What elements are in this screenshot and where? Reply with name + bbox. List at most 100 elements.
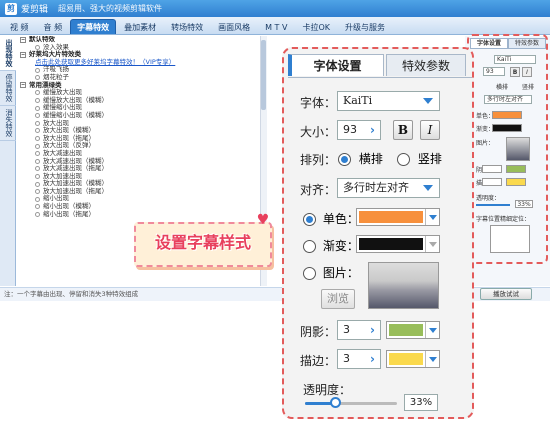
vertical-tab-0[interactable]: 出现特效 bbox=[0, 36, 16, 71]
size-stepper[interactable]: 93 › bbox=[337, 120, 381, 140]
radio-icon bbox=[35, 75, 40, 81]
browse-button[interactable]: 浏览 bbox=[321, 289, 355, 309]
chevron-down-icon bbox=[425, 236, 439, 252]
gradient-color-swatch bbox=[359, 238, 423, 250]
chevron-right-icon: › bbox=[370, 123, 375, 137]
radio-icon bbox=[35, 166, 40, 172]
solid-label: 单色： bbox=[322, 212, 359, 226]
radio-off-icon bbox=[397, 153, 410, 166]
chevron-right-icon: › bbox=[370, 352, 375, 366]
radio-icon bbox=[35, 143, 40, 149]
tree-scroll-thumb[interactable] bbox=[261, 40, 266, 110]
solid-color-picker[interactable] bbox=[356, 208, 440, 226]
shadow-color-picker[interactable] bbox=[386, 321, 440, 339]
radio-icon bbox=[35, 113, 40, 119]
effect-type-tabs: 出现特效 停留特效 消失特效 bbox=[0, 36, 16, 286]
radio-icon bbox=[35, 158, 40, 164]
stroke-stepper[interactable]: 3 › bbox=[337, 349, 381, 369]
radio-off-icon bbox=[303, 267, 316, 280]
radio-off-icon bbox=[303, 240, 316, 253]
preview-button[interactable]: 播放试试 bbox=[480, 288, 532, 300]
menu-tab-0[interactable]: 视 频 bbox=[3, 19, 36, 34]
shadow-value: 3 bbox=[343, 323, 350, 336]
chevron-down-icon bbox=[423, 98, 433, 104]
radio-on-icon bbox=[303, 213, 316, 226]
chevron-right-icon: › bbox=[370, 323, 375, 337]
image-label: 图片： bbox=[322, 266, 359, 280]
vertical-tab-1[interactable]: 停留特效 bbox=[0, 71, 16, 106]
app-title: 爱剪辑 bbox=[21, 5, 49, 15]
vertical-label: 竖排 bbox=[417, 152, 442, 166]
stroke-value: 3 bbox=[343, 352, 350, 365]
tab-font-settings[interactable]: 字体设置 bbox=[288, 54, 384, 76]
radio-icon bbox=[35, 196, 40, 202]
vertical-tab-2[interactable]: 消失特效 bbox=[0, 106, 16, 141]
menu-tab-3[interactable]: 叠加素材 bbox=[117, 19, 163, 34]
radio-icon bbox=[35, 173, 40, 179]
menu-tab-4[interactable]: 转场特效 bbox=[164, 19, 210, 34]
main-menu: 视 频音 频字幕特效 叠加素材 转场特效 画面风格 M T V 卡拉OK 升级与服务 bbox=[0, 17, 550, 35]
shadow-label: 阴影： bbox=[300, 325, 337, 339]
chevron-down-icon bbox=[423, 185, 433, 191]
tab-divider bbox=[288, 77, 472, 78]
tree-item-label: 缩小出现（拖尾） bbox=[43, 209, 95, 218]
radio-icon bbox=[35, 120, 40, 126]
radio-icon bbox=[35, 204, 40, 210]
align-select[interactable]: 多行时左对齐 bbox=[337, 178, 440, 198]
gradient-color-picker[interactable] bbox=[356, 235, 440, 253]
radio-icon bbox=[35, 67, 40, 73]
size-value: 93 bbox=[343, 123, 357, 136]
italic-button[interactable]: I bbox=[420, 120, 440, 140]
align-label: 对齐： bbox=[300, 183, 337, 197]
font-label: 字体： bbox=[300, 96, 337, 110]
menu-tab-8[interactable]: 升级与服务 bbox=[338, 19, 392, 34]
radio-icon bbox=[35, 181, 40, 187]
radio-icon bbox=[35, 151, 40, 157]
app-subtitle: 超易用、强大的视频剪辑软件 bbox=[58, 4, 163, 13]
collapse-icon[interactable]: − bbox=[20, 51, 26, 58]
chevron-down-icon bbox=[425, 322, 439, 338]
radio-horizontal[interactable]: 横排 bbox=[338, 150, 383, 167]
radio-icon bbox=[35, 211, 40, 217]
gradient-label: 渐变： bbox=[322, 239, 359, 253]
menu-tab-2[interactable]: 字幕特效 bbox=[70, 19, 117, 34]
shadow-color-swatch bbox=[389, 324, 423, 336]
align-value: 多行时左对齐 bbox=[343, 181, 409, 194]
layout-label: 排列： bbox=[300, 153, 337, 167]
opacity-value-field[interactable]: 33% bbox=[404, 394, 438, 411]
menu-tab-6[interactable]: M T V bbox=[258, 19, 294, 34]
heart-icon: ♥ bbox=[256, 212, 270, 228]
radio-vertical[interactable]: 竖排 bbox=[397, 150, 442, 167]
size-label: 大小： bbox=[300, 125, 337, 139]
radio-icon bbox=[35, 105, 40, 111]
shadow-stepper[interactable]: 3 › bbox=[337, 320, 381, 340]
radio-solid[interactable]: 单色： bbox=[303, 210, 359, 227]
menu-tab-5[interactable]: 画面风格 bbox=[211, 19, 257, 34]
radio-icon bbox=[35, 90, 40, 96]
tab-effect-params[interactable]: 特效参数 bbox=[386, 54, 466, 76]
stroke-label: 描边： bbox=[300, 354, 337, 368]
chevron-down-icon bbox=[425, 351, 439, 367]
collapse-icon[interactable]: − bbox=[20, 82, 26, 89]
callout-text: 设置字幕样式 bbox=[154, 233, 251, 252]
stroke-color-swatch bbox=[389, 353, 423, 365]
solid-color-swatch bbox=[359, 211, 423, 223]
radio-icon bbox=[35, 98, 40, 104]
panel-tabs: 字体设置 特效参数 bbox=[288, 54, 472, 78]
collapse-icon[interactable]: − bbox=[20, 36, 26, 43]
radio-gradient[interactable]: 渐变： bbox=[303, 237, 359, 254]
radio-icon bbox=[35, 136, 40, 142]
menu-tab-7[interactable]: 卡拉OK bbox=[295, 19, 337, 34]
radio-on-icon bbox=[338, 153, 351, 166]
menu-tab-1[interactable]: 音 频 bbox=[37, 19, 70, 34]
tree-item[interactable]: 缩小出现（拖尾） bbox=[17, 209, 267, 219]
stroke-color-picker[interactable] bbox=[386, 350, 440, 368]
title-bar: 剪 爱剪辑 超易用、强大的视频剪辑软件 bbox=[0, 0, 550, 17]
radio-icon bbox=[35, 128, 40, 134]
radio-icon bbox=[35, 189, 40, 195]
font-select[interactable]: KaiTi bbox=[337, 91, 440, 111]
chevron-down-icon bbox=[425, 209, 439, 225]
bold-button[interactable]: B bbox=[393, 120, 413, 140]
mini-panel-highlight bbox=[467, 34, 548, 264]
radio-image[interactable]: 图片： bbox=[303, 264, 359, 281]
